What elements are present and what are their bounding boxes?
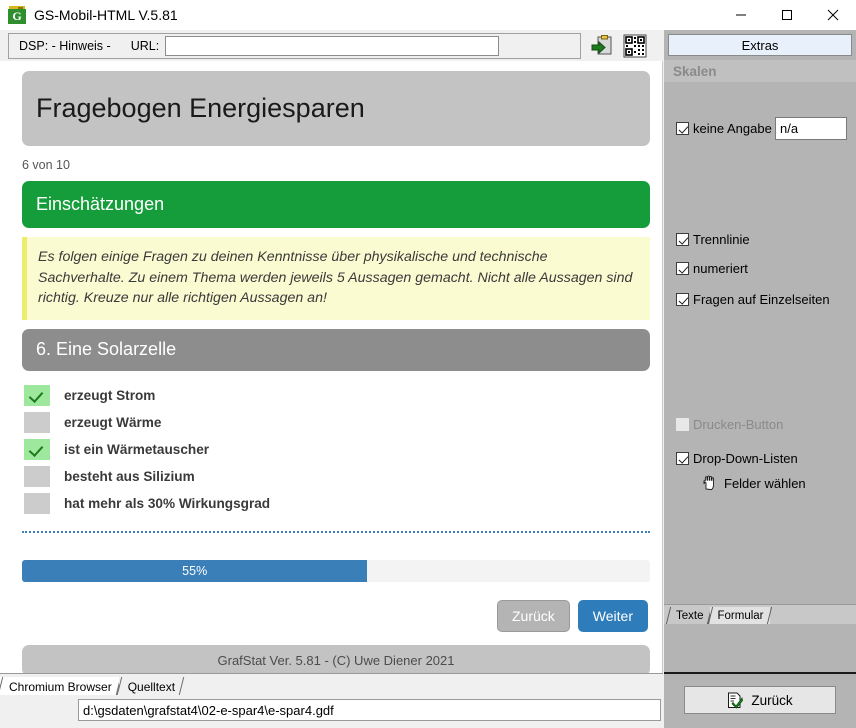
answer-label: erzeugt Wärme: [64, 414, 162, 430]
checkbox-box-icon: [676, 293, 689, 306]
checkbox-fragen-auf-einzelseiten[interactable]: Fragen auf Einzelseiten: [676, 292, 830, 307]
felder-waehlen-action[interactable]: Felder wählen: [702, 475, 806, 491]
checkbox-label: Drop-Down-Listen: [693, 451, 798, 466]
zurueck-button[interactable]: Zurück: [684, 686, 836, 714]
checkbox-label: Drucken-Button: [693, 417, 784, 432]
section-banner: Einschätzungen: [22, 181, 650, 228]
checkbox-label: numeriert: [693, 261, 748, 276]
list-item[interactable]: hat mehr als 30% Wirkungsgrad: [24, 490, 650, 517]
application-window: G GS-Mobil-HTML V.5.81 DSP: - Hinweis - …: [0, 0, 856, 728]
next-button[interactable]: Weiter: [577, 599, 648, 632]
list-item[interactable]: ist ein Wärmetauscher: [24, 436, 650, 463]
checkbox-label: Trennlinie: [693, 232, 750, 247]
back-button[interactable]: Zurück: [497, 599, 570, 632]
checkbox-box-icon: [676, 262, 689, 275]
survey-title-box: Fragebogen Energiesparen: [22, 71, 650, 146]
checkbox-box-icon: [676, 418, 689, 431]
title-bar: G GS-Mobil-HTML V.5.81: [0, 0, 856, 30]
intro-instructions-text: Es folgen einige Fragen zu deinen Kenntn…: [38, 249, 633, 307]
checkbox-numeriert[interactable]: numeriert: [676, 261, 748, 276]
right-panel-footer: Zurück: [664, 672, 856, 728]
dotted-separator: [22, 530, 650, 533]
browser-content-area: Fragebogen Energiesparen 6 von 10 Einsch…: [0, 61, 663, 673]
tab-texte[interactable]: Texte: [668, 607, 710, 624]
checkbox-trennlinie[interactable]: Trennlinie: [676, 232, 750, 247]
tab-quelltext[interactable]: Quelltext: [118, 677, 183, 695]
url-bar-panel: DSP: - Hinweis - URL:: [8, 33, 581, 59]
checkbox-box-icon: [676, 122, 689, 135]
list-item[interactable]: erzeugt Strom: [24, 382, 650, 409]
answer-checkbox[interactable]: [24, 492, 50, 514]
checkbox-drop-down-listen[interactable]: Drop-Down-Listen: [676, 451, 798, 466]
survey-page: Fragebogen Energiesparen 6 von 10 Einsch…: [0, 61, 662, 673]
checkbox-keine-angabe[interactable]: keine Angabe: [676, 121, 772, 136]
clipboard-export-icon[interactable]: [590, 34, 614, 58]
answer-checkbox[interactable]: [24, 438, 50, 460]
checkbox-label: Fragen auf Einzelseiten: [693, 292, 830, 307]
tab-formular[interactable]: Formular: [709, 607, 770, 624]
minimize-icon[interactable]: [718, 0, 764, 30]
answer-options-list: erzeugt Strom erzeugt Wärme ist ein Wärm…: [22, 382, 650, 517]
window-controls: [718, 0, 856, 30]
document-check-icon: [727, 692, 744, 709]
qr-code-icon[interactable]: [623, 34, 647, 58]
file-path-input[interactable]: [78, 699, 661, 721]
grafstat-logo-icon: G: [8, 6, 26, 24]
answer-checkbox[interactable]: [24, 411, 50, 433]
page-title: Fragebogen Energiesparen: [36, 93, 365, 123]
checkbox-label: keine Angabe: [693, 121, 772, 136]
navigation-buttons: Zurück Weiter: [22, 599, 650, 632]
dsp-label: DSP: - Hinweis -: [19, 39, 111, 53]
question-counter: 6 von 10: [22, 158, 70, 172]
extras-button[interactable]: Extras: [668, 34, 852, 56]
url-label: URL:: [130, 39, 160, 53]
progress-bar-fill: 55%: [22, 559, 368, 582]
answer-label: besteht aus Silizium: [64, 468, 195, 484]
answer-checkbox[interactable]: [24, 465, 50, 487]
section-banner-label: Einschätzungen: [36, 194, 165, 214]
intro-instructions-box: Es folgen einige Fragen zu deinen Kenntn…: [22, 237, 650, 320]
list-item[interactable]: besteht aus Silizium: [24, 463, 650, 490]
zurueck-button-label: Zurück: [751, 692, 793, 708]
url-input[interactable]: [165, 36, 500, 56]
maximize-icon[interactable]: [764, 0, 810, 30]
progress-bar-track: 55%: [22, 559, 650, 582]
answer-label: ist ein Wärmetauscher: [64, 441, 210, 457]
skalen-section-header: Skalen: [664, 60, 856, 82]
felder-waehlen-label: Felder wählen: [724, 475, 806, 491]
right-panel-spacer: [664, 624, 856, 672]
question-header-label: 6. Eine Solarzelle: [36, 339, 177, 360]
checkbox-drucken-button: Drucken-Button: [676, 417, 783, 432]
window-title: GS-Mobil-HTML V.5.81: [34, 7, 178, 23]
close-icon[interactable]: [810, 0, 856, 30]
answer-checkbox[interactable]: [24, 384, 50, 406]
checkbox-box-icon: [676, 452, 689, 465]
bottom-tab-strip: Chromium Browser Quelltext: [0, 673, 663, 695]
file-path-row: [0, 695, 663, 728]
toolbar-icons: [590, 33, 660, 59]
progress-label: 55%: [182, 563, 208, 578]
answer-label: hat mehr als 30% Wirkungsgrad: [64, 495, 271, 511]
checkbox-box-icon: [676, 233, 689, 246]
hand-pointer-icon: [702, 475, 724, 491]
na-value-input[interactable]: [775, 117, 847, 140]
tab-chromium-browser[interactable]: Chromium Browser: [0, 677, 119, 695]
page-footer-text: GrafStat Ver. 5.81 - (C) Uwe Diener 2021: [217, 652, 455, 668]
right-panel-tab-strip: Texte Formular: [664, 604, 856, 624]
page-footer: GrafStat Ver. 5.81 - (C) Uwe Diener 2021: [22, 644, 650, 673]
question-header: 6. Eine Solarzelle: [22, 328, 650, 371]
answer-label: erzeugt Strom: [64, 387, 156, 403]
list-item[interactable]: erzeugt Wärme: [24, 409, 650, 436]
